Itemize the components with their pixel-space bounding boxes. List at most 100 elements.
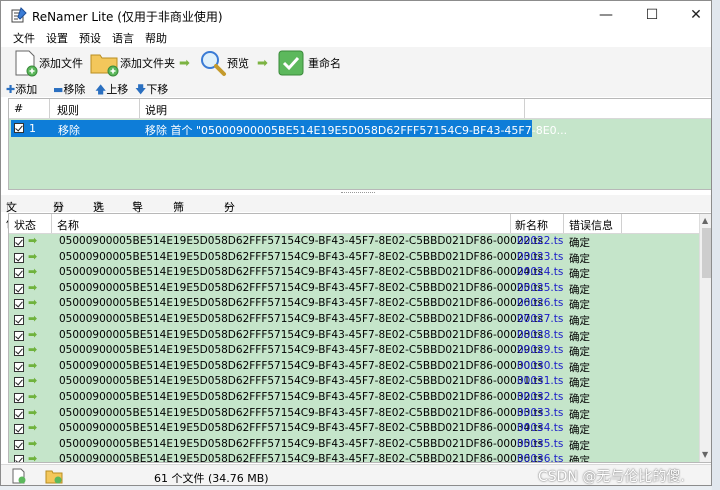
arrow-right-icon: ➡ bbox=[28, 405, 38, 419]
watermark: CSDN @无与伦比的傻. bbox=[538, 469, 685, 485]
menu-language[interactable]: 语言 bbox=[112, 30, 134, 46]
file-checkbox[interactable] bbox=[14, 299, 24, 310]
arrow-right-icon: ➡ bbox=[28, 390, 38, 403]
file-status: 确定 bbox=[569, 252, 590, 265]
file-checkbox[interactable] bbox=[14, 330, 24, 341]
file-name: 05000900005BE514E19E5D058D62FFF57154C9-B… bbox=[59, 437, 544, 450]
file-checkbox[interactable] bbox=[14, 315, 24, 325]
menu-help[interactable]: 帮助 bbox=[145, 30, 167, 46]
file-status: 确定 bbox=[569, 237, 590, 249]
file-checkbox[interactable] bbox=[14, 283, 24, 294]
file-row[interactable]: ➡ 05000900005BE514E19E5D058D62FFF57154C9-… bbox=[9, 296, 699, 312]
file-checkbox[interactable] bbox=[14, 439, 24, 450]
file-checkbox[interactable] bbox=[14, 361, 24, 372]
scroll-up-icon[interactable]: ▲ bbox=[702, 216, 708, 225]
add-folders-label: 添加文件夹 bbox=[120, 57, 175, 70]
minus-icon: ▬ bbox=[53, 83, 64, 96]
add-rule-button[interactable]: ✚添加 bbox=[6, 81, 37, 97]
file-checkbox[interactable] bbox=[14, 393, 24, 403]
file-checkbox[interactable] bbox=[14, 237, 24, 247]
menu-file[interactable]: 文件 bbox=[13, 30, 35, 46]
file-row[interactable]: ➡ 05000900005BE514E19E5D058D62FFF57154C9-… bbox=[9, 234, 699, 250]
menu-presets[interactable]: 预设 bbox=[79, 30, 101, 46]
arrow-right-icon: ➡ bbox=[28, 374, 38, 388]
arrow-up-icon: 🡅 bbox=[95, 83, 107, 96]
files-col-status[interactable]: 状态 bbox=[14, 217, 36, 233]
add-folder-small-icon[interactable] bbox=[45, 468, 63, 484]
file-name: 05000900005BE514E19E5D058D62FFF57154C9-B… bbox=[59, 313, 544, 325]
file-checkbox[interactable] bbox=[14, 377, 24, 388]
file-row[interactable]: ➡ 05000900005BE514E19E5D058D62FFF57154C9-… bbox=[9, 374, 699, 390]
plus-icon: ✚ bbox=[6, 83, 16, 96]
minimize-button[interactable]: — bbox=[583, 1, 629, 29]
file-row[interactable]: ➡ 05000900005BE514E19E5D058D62FFF57154C9-… bbox=[9, 452, 699, 463]
rule-row[interactable]: 1 移除 移除 首个 "05000900005BE514E19E5D058D62… bbox=[11, 120, 567, 137]
add-folders-button[interactable]: 添加文件夹 bbox=[90, 47, 175, 79]
arrow-right-icon: ➡ bbox=[257, 56, 268, 71]
file-checkbox[interactable] bbox=[14, 346, 24, 357]
file-row[interactable]: ➡ 05000900005BE514E19E5D058D62FFF57154C9-… bbox=[9, 421, 699, 437]
file-new-name: 00026.ts bbox=[517, 297, 564, 310]
rule-checkbox[interactable] bbox=[14, 123, 24, 133]
files-col-new-name[interactable]: 新名称 bbox=[515, 217, 548, 233]
file-name: 05000900005BE514E19E5D058D62FFF57154C9-B… bbox=[59, 375, 544, 388]
file-row[interactable]: ➡ 05000900005BE514E19E5D058D62FFF57154C9-… bbox=[9, 359, 699, 375]
file-status: 确定 bbox=[569, 283, 590, 296]
file-name: 05000900005BE514E19E5D058D62FFF57154C9-B… bbox=[59, 328, 544, 341]
file-name: 05000900005BE514E19E5D058D62FFF57154C9-B… bbox=[59, 235, 544, 247]
file-row[interactable]: ➡ 05000900005BE514E19E5D058D62FFF57154C9-… bbox=[9, 343, 699, 359]
file-new-name: 00025.ts bbox=[517, 281, 564, 294]
rules-col-num[interactable]: # bbox=[14, 102, 23, 115]
magnifier-icon bbox=[201, 51, 226, 76]
arrow-right-icon: ➡ bbox=[28, 358, 38, 372]
arrow-right-icon: ➡ bbox=[28, 452, 38, 463]
close-button[interactable]: ✕ bbox=[673, 1, 711, 29]
files-table-header: 状态 名称 新名称 错误信息 bbox=[9, 214, 699, 234]
rule-number: 1 bbox=[29, 122, 36, 135]
file-row[interactable]: ➡ 05000900005BE514E19E5D058D62FFF57154C9-… bbox=[9, 312, 699, 328]
rules-col-desc[interactable]: 说明 bbox=[145, 102, 167, 118]
file-name: 05000900005BE514E19E5D058D62FFF57154C9-B… bbox=[59, 281, 544, 294]
menu-settings[interactable]: 设置 bbox=[46, 30, 68, 46]
file-new-name: 00033.ts bbox=[517, 406, 564, 419]
file-checkbox[interactable] bbox=[14, 268, 24, 279]
file-row[interactable]: ➡ 05000900005BE514E19E5D058D62FFF57154C9-… bbox=[9, 390, 699, 406]
file-row[interactable]: ➡ 05000900005BE514E19E5D058D62FFF57154C9-… bbox=[9, 406, 699, 422]
scroll-thumb[interactable] bbox=[702, 228, 711, 278]
file-new-name: 00032.ts bbox=[517, 391, 564, 403]
file-checkbox[interactable] bbox=[14, 455, 24, 462]
file-new-name: 00027.ts bbox=[517, 313, 564, 325]
remove-rule-button[interactable]: ▬移除 bbox=[53, 81, 85, 97]
file-status: 确定 bbox=[569, 393, 590, 405]
file-row[interactable]: ➡ 05000900005BE514E19E5D058D62FFF57154C9-… bbox=[9, 250, 699, 266]
file-status: 确定 bbox=[569, 424, 590, 437]
files-col-name[interactable]: 名称 bbox=[57, 217, 79, 233]
scroll-down-icon[interactable]: ▼ bbox=[702, 450, 708, 459]
rename-button[interactable]: 重命名 bbox=[277, 47, 341, 79]
file-row[interactable]: ➡ 05000900005BE514E19E5D058D62FFF57154C9-… bbox=[9, 265, 699, 281]
arrow-right-icon: ➡ bbox=[179, 56, 190, 71]
arrow-right-icon: ➡ bbox=[28, 249, 38, 263]
vertical-scrollbar[interactable]: ▲ ▼ bbox=[699, 214, 711, 462]
rules-toolbar: ✚添加 ▬移除 🡅上移 🡇下移 bbox=[1, 79, 711, 97]
add-file-small-icon[interactable] bbox=[11, 468, 27, 484]
file-new-name: 00029.ts bbox=[517, 344, 564, 357]
rules-col-rule[interactable]: 规则 bbox=[57, 102, 79, 118]
arrow-right-icon: ➡ bbox=[28, 280, 38, 294]
file-row[interactable]: ➡ 05000900005BE514E19E5D058D62FFF57154C9-… bbox=[9, 328, 699, 344]
preview-button[interactable]: 预览 bbox=[199, 47, 249, 79]
background-strip bbox=[712, 0, 720, 490]
file-checkbox[interactable] bbox=[14, 408, 24, 419]
move-down-label: 下移 bbox=[146, 83, 169, 96]
file-name: 05000900005BE514E19E5D058D62FFF57154C9-B… bbox=[59, 266, 544, 279]
file-checkbox[interactable] bbox=[14, 252, 24, 263]
add-file-icon bbox=[15, 50, 38, 77]
files-col-error[interactable]: 错误信息 bbox=[569, 217, 613, 233]
file-row[interactable]: ➡ 05000900005BE514E19E5D058D62FFF57154C9-… bbox=[9, 281, 699, 297]
file-row[interactable]: ➡ 05000900005BE514E19E5D058D62FFF57154C9-… bbox=[9, 437, 699, 453]
add-files-button[interactable]: 添加文件 bbox=[13, 47, 83, 79]
maximize-button[interactable]: ☐ bbox=[629, 1, 675, 29]
file-name: 05000900005BE514E19E5D058D62FFF57154C9-B… bbox=[59, 344, 544, 357]
file-new-name: 00023.ts bbox=[517, 250, 564, 263]
file-checkbox[interactable] bbox=[14, 424, 24, 435]
